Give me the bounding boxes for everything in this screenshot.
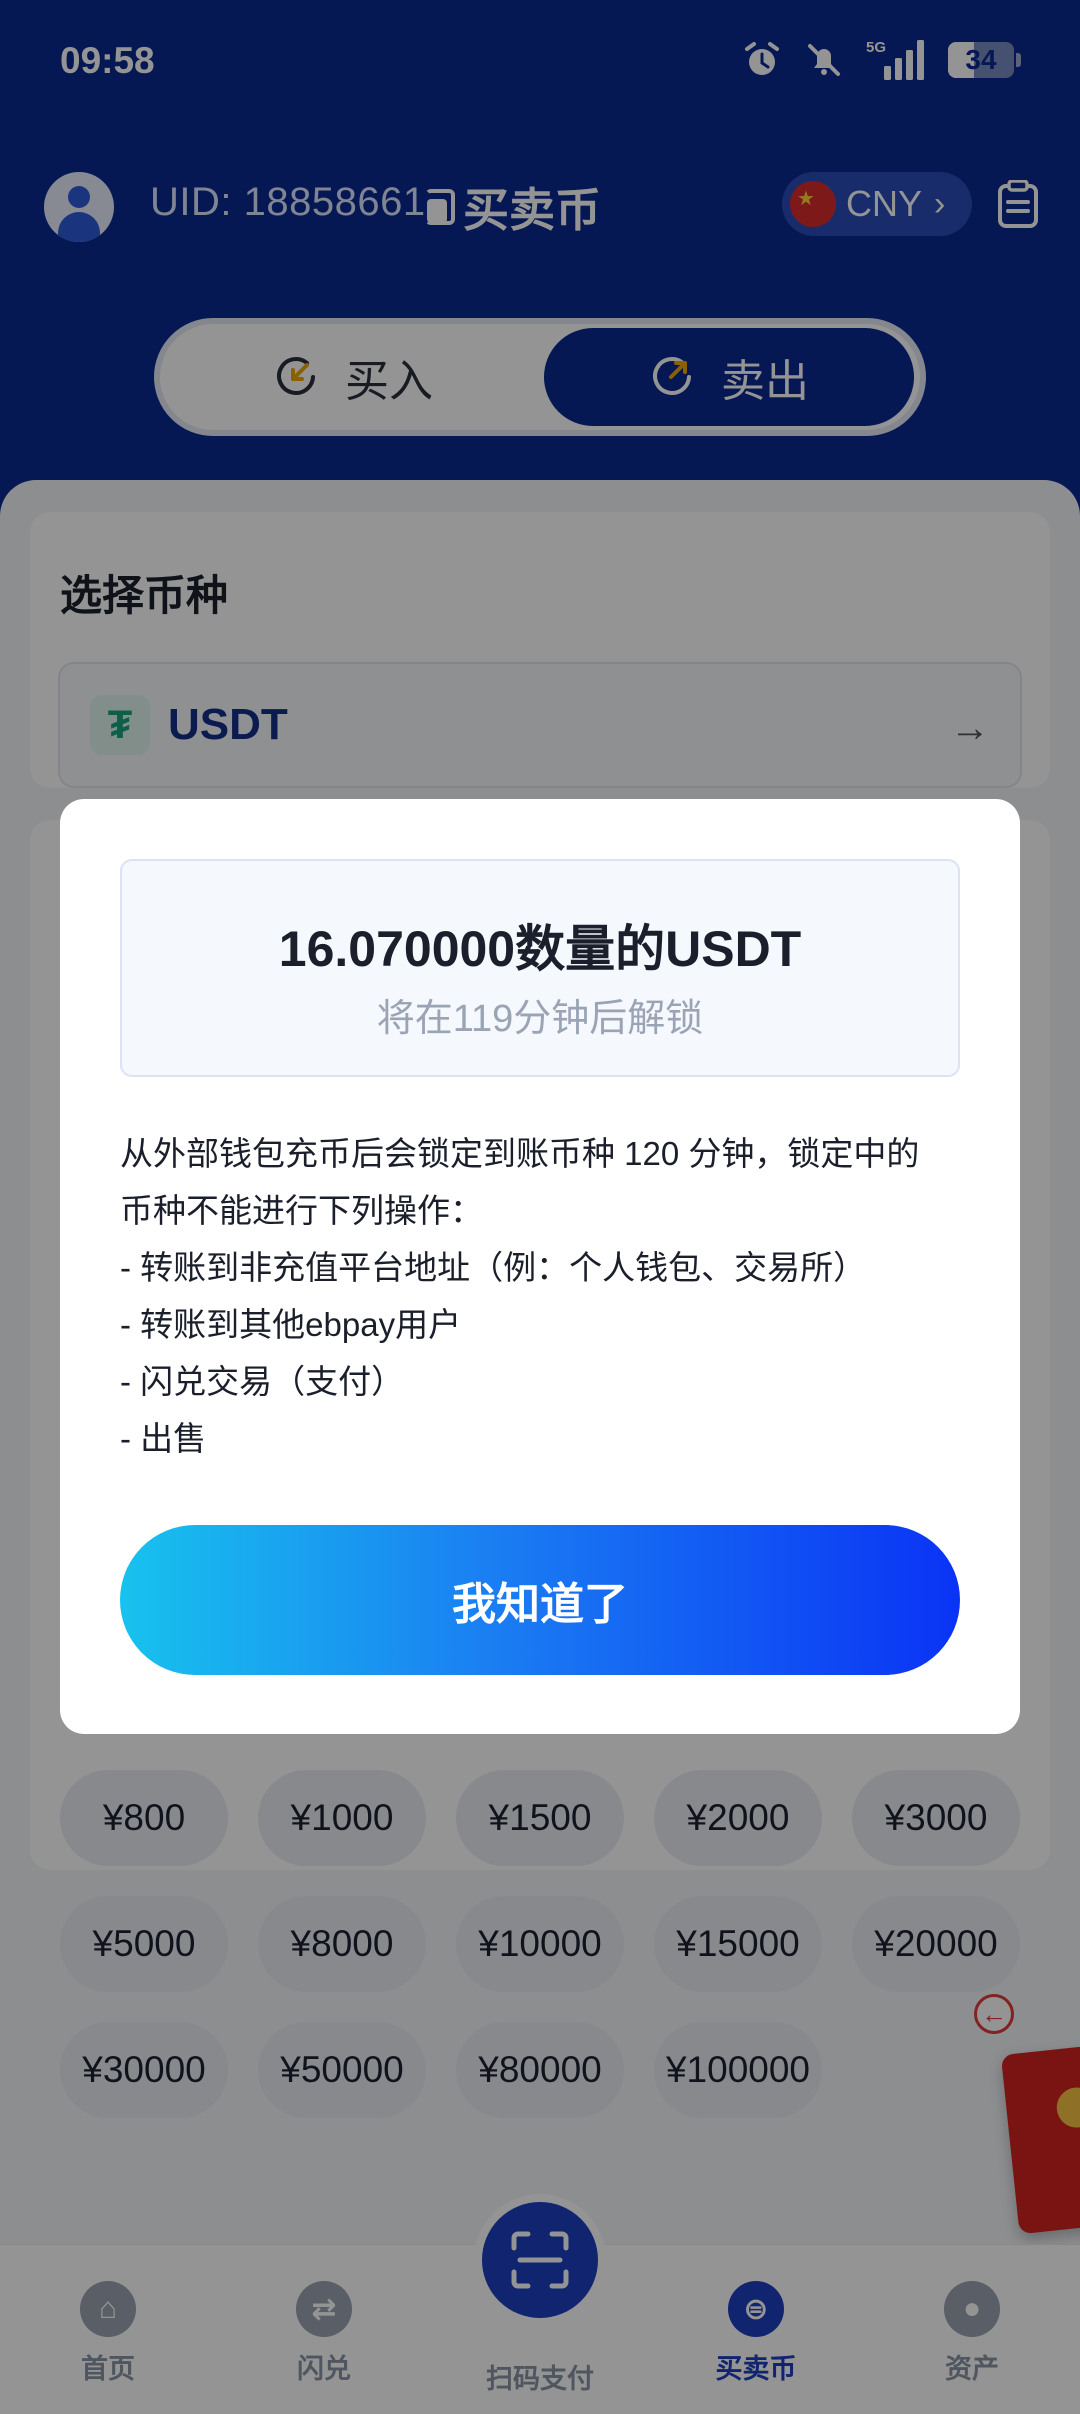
acknowledge-button[interactable]: 我知道了: [120, 1525, 960, 1675]
locked-amount: 16.070000数量的USDT: [278, 921, 802, 977]
rule-line: - 转账到非充值平台地址（例：个人钱包、交易所）: [120, 1249, 867, 1286]
lock-rules-text: 从外部钱包充币后会锁定到账币种 120 分钟，锁定中的 币种不能进行下列操作： …: [120, 1125, 960, 1467]
rule-line: 币种不能进行下列操作：: [120, 1192, 483, 1229]
lock-notice-dialog: 16.070000数量的USDT 将在119分钟后解锁 从外部钱包充币后会锁定到…: [60, 799, 1020, 1734]
rule-line: - 出售: [120, 1420, 207, 1457]
rule-line: - 闪兑交易（支付）: [120, 1363, 405, 1400]
rule-line: - 转账到其他ebpay用户: [120, 1306, 462, 1343]
lock-info-box: 16.070000数量的USDT 将在119分钟后解锁: [120, 859, 960, 1077]
rule-line: 从外部钱包充币后会锁定到账币种 120 分钟，锁定中的: [120, 1135, 920, 1172]
unlock-time: 将在119分钟后解锁: [376, 998, 704, 1040]
